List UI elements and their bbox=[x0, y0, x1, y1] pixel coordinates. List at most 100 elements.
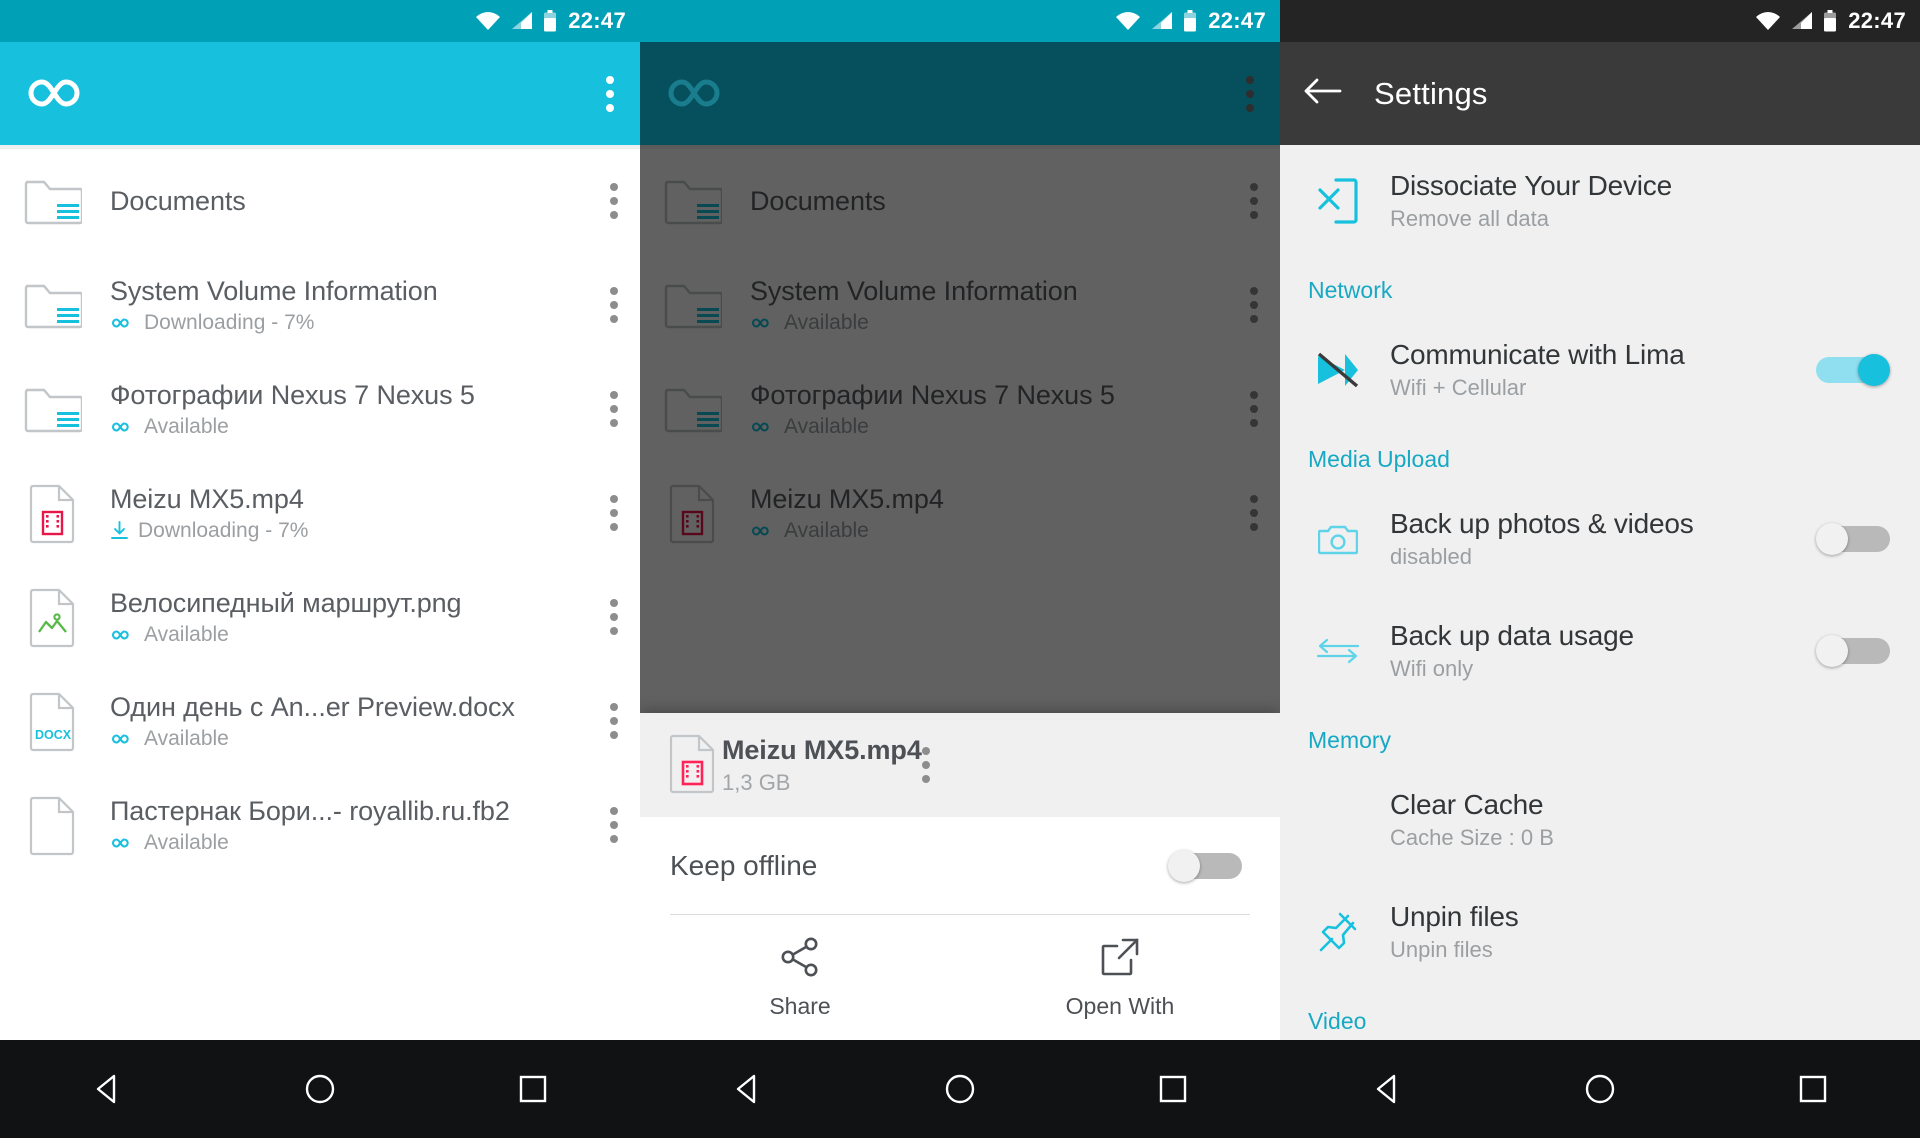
list-item[interactable]: DOCX Один день с An...er Preview.docx Av… bbox=[0, 669, 640, 773]
list-item[interactable]: Велосипедный маршрут.png Available bbox=[0, 565, 640, 669]
nav-home-icon[interactable] bbox=[1577, 1066, 1623, 1112]
infinity-logo bbox=[22, 72, 86, 116]
setting-title: Back up data usage bbox=[1390, 620, 1634, 651]
row-overflow-icon[interactable] bbox=[609, 495, 618, 531]
infinity-icon bbox=[110, 732, 135, 746]
nav-back-icon[interactable] bbox=[724, 1066, 770, 1112]
infinity-icon bbox=[110, 420, 135, 434]
row-overflow-icon[interactable] bbox=[609, 391, 618, 427]
communicate-icon bbox=[1308, 350, 1368, 390]
setting-unpin-files[interactable]: Unpin files Unpin files bbox=[1280, 876, 1920, 988]
list-item-meta: Фотографии Nexus 7 Nexus 5 Available bbox=[110, 380, 609, 439]
backup-data-toggle[interactable] bbox=[1816, 635, 1890, 667]
setting-body: Back up data usage Wifi only bbox=[1390, 620, 1816, 682]
list-item-meta: Documents bbox=[110, 186, 609, 217]
open-with-label: Open With bbox=[1065, 992, 1175, 1019]
list-item[interactable]: Documents bbox=[0, 149, 640, 253]
dissociate-device-icon bbox=[1308, 176, 1368, 226]
row-overflow-icon[interactable] bbox=[609, 703, 618, 739]
setting-communicate-with-lima[interactable]: Communicate with Lima Wifi + Cellular bbox=[1280, 314, 1920, 426]
status-bar-3: 22:47 bbox=[1280, 0, 1920, 42]
row-overflow-icon[interactable] bbox=[609, 807, 618, 843]
row-overflow-icon[interactable] bbox=[922, 747, 931, 783]
setting-backup-data-usage[interactable]: Back up data usage Wifi only bbox=[1280, 595, 1920, 707]
nav-recents-icon[interactable] bbox=[510, 1066, 556, 1112]
file-name: Пастернак Бори...- royallib.ru.fb2 bbox=[110, 795, 510, 826]
file-status-text: Available bbox=[144, 830, 229, 854]
list-item[interactable]: Пастернак Бори...- royallib.ru.fb2 Avail… bbox=[0, 773, 640, 877]
panel-settings: 22:47 Settings Dissociate Your Device Re… bbox=[1280, 0, 1920, 1138]
file-name: System Volume Information bbox=[110, 275, 438, 306]
nav-recents-icon[interactable] bbox=[1790, 1066, 1836, 1112]
share-icon bbox=[779, 936, 821, 983]
file-name: Один день с An...er Preview.docx bbox=[110, 691, 515, 722]
setting-subtitle: Unpin files bbox=[1390, 937, 1493, 962]
row-overflow-icon[interactable] bbox=[609, 599, 618, 635]
docx-file-icon: DOCX bbox=[24, 688, 82, 754]
panel-file-actions: 22:47 Documents bbox=[640, 0, 1280, 1138]
nav-home-icon[interactable] bbox=[937, 1066, 983, 1112]
list-item[interactable]: Meizu MX5.mp4 Downloading - 7% bbox=[0, 461, 640, 565]
setting-clear-cache[interactable]: Clear Cache Cache Size : 0 B bbox=[1280, 764, 1920, 876]
row-overflow-icon[interactable] bbox=[609, 183, 618, 219]
sheet-actions: Share Open With bbox=[640, 915, 1280, 1040]
generic-file-icon bbox=[24, 792, 82, 858]
keep-offline-toggle[interactable] bbox=[1168, 849, 1242, 882]
setting-title: Back up photos & videos bbox=[1390, 508, 1694, 539]
signal-icon bbox=[1790, 11, 1814, 31]
nav-recents-icon[interactable] bbox=[1150, 1066, 1196, 1112]
file-name: Documents bbox=[110, 185, 246, 216]
wifi-icon bbox=[1115, 11, 1141, 31]
section-header-network: Network bbox=[1308, 277, 1393, 303]
file-list-1[interactable]: Documents System Volume Information Down… bbox=[0, 145, 640, 1040]
setting-subtitle: Wifi + Cellular bbox=[1390, 375, 1527, 400]
list-item-meta: Один день с An...er Preview.docx Availab… bbox=[110, 692, 609, 751]
file-status: Downloading - 7% bbox=[110, 519, 609, 543]
screenshot-root: 22:47 Documents System Volume Informatio… bbox=[0, 0, 1920, 1138]
signal-icon bbox=[1150, 11, 1174, 31]
infinity-icon bbox=[110, 316, 135, 330]
signal-icon bbox=[510, 11, 534, 31]
infinity-icon bbox=[110, 836, 135, 850]
list-item-meta: Meizu MX5.mp4 Downloading - 7% bbox=[110, 484, 609, 543]
sheet-file-name: Meizu MX5.mp4 bbox=[722, 734, 922, 765]
folder-icon bbox=[24, 168, 84, 234]
setting-backup-photos-videos[interactable]: Back up photos & videos disabled bbox=[1280, 483, 1920, 595]
communicate-toggle[interactable] bbox=[1816, 354, 1890, 386]
list-item[interactable]: Фотографии Nexus 7 Nexus 5 Available bbox=[0, 357, 640, 461]
image-file-icon bbox=[24, 584, 82, 650]
setting-body: Clear Cache Cache Size : 0 B bbox=[1390, 789, 1890, 851]
setting-body: Unpin files Unpin files bbox=[1390, 901, 1890, 963]
sync-arrows-icon bbox=[1308, 638, 1368, 664]
setting-subtitle: Cache Size : 0 B bbox=[1390, 825, 1554, 850]
sheet-file-size: 1,3 GB bbox=[722, 769, 791, 795]
row-overflow-icon[interactable] bbox=[609, 287, 618, 323]
back-arrow-icon[interactable] bbox=[1302, 76, 1342, 111]
file-status-text: Available bbox=[144, 414, 229, 438]
setting-dissociate-device[interactable]: Dissociate Your Device Remove all data bbox=[1280, 145, 1920, 257]
video-file-icon bbox=[664, 730, 722, 801]
status-time: 22:47 bbox=[1208, 8, 1266, 33]
keep-offline-row[interactable]: Keep offline bbox=[640, 817, 1280, 914]
nav-back-icon[interactable] bbox=[1364, 1066, 1410, 1112]
overflow-menu-icon[interactable] bbox=[1245, 75, 1254, 112]
overflow-menu-icon[interactable] bbox=[605, 75, 614, 112]
sheet-file-header: Meizu MX5.mp4 1,3 GB bbox=[640, 713, 1280, 817]
nav-home-icon[interactable] bbox=[297, 1066, 343, 1112]
panel-file-browser: 22:47 Documents System Volume Informatio… bbox=[0, 0, 640, 1138]
open-with-button[interactable]: Open With bbox=[960, 915, 1280, 1040]
nav-bar-1 bbox=[0, 1040, 640, 1138]
app-bar-3: Settings bbox=[1280, 42, 1920, 145]
list-item-meta: System Volume Information Downloading - … bbox=[110, 276, 609, 335]
page-title: Settings bbox=[1374, 75, 1488, 111]
folder-icon bbox=[24, 376, 84, 442]
download-icon bbox=[110, 521, 129, 540]
file-list-2[interactable]: Documents System Volume Information Avai… bbox=[640, 145, 1280, 1040]
video-file-icon bbox=[24, 480, 82, 546]
list-item[interactable]: System Volume Information Downloading - … bbox=[0, 253, 640, 357]
share-button[interactable]: Share bbox=[640, 915, 960, 1040]
backup-photos-toggle[interactable] bbox=[1816, 523, 1890, 555]
nav-back-icon[interactable] bbox=[84, 1066, 130, 1112]
app-bar-left: Settings bbox=[1302, 76, 1488, 112]
settings-list[interactable]: Dissociate Your Device Remove all data N… bbox=[1280, 145, 1920, 1040]
